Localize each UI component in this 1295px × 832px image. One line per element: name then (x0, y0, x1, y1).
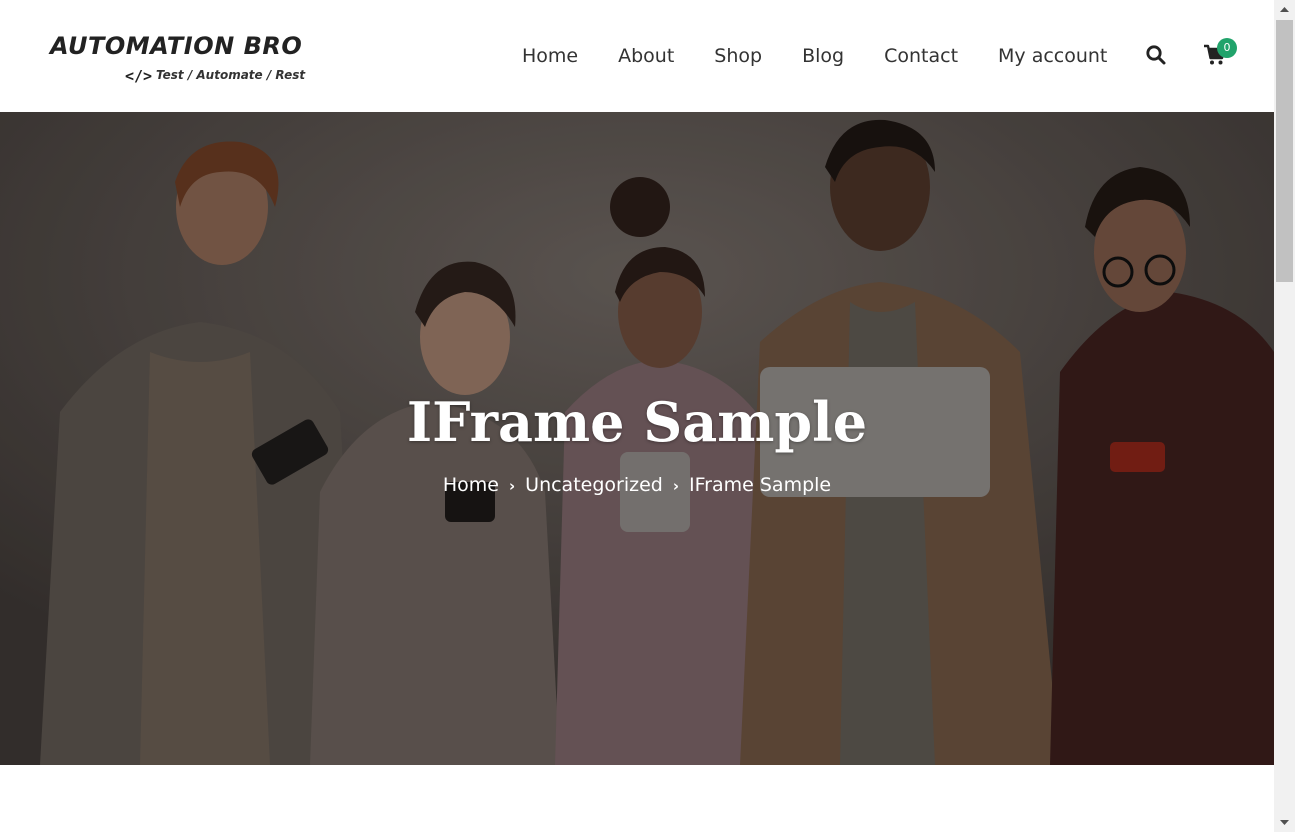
site-logo[interactable]: AUTOMATION BRO </> Test / Automate / Res… (50, 32, 310, 92)
nav-shop[interactable]: Shop (714, 42, 762, 70)
scrollbar-thumb[interactable] (1276, 20, 1293, 282)
search-icon[interactable] (1145, 44, 1167, 66)
breadcrumb-separator-icon: › (508, 477, 516, 495)
hero-banner: IFrame Sample Home › Uncategorized › IFrame … (0, 112, 1274, 765)
nav-blog[interactable]: Blog (802, 42, 844, 70)
breadcrumb-home[interactable]: Home (443, 474, 499, 496)
site-header: AUTOMATION BRO </> Test / Automate / Res… (0, 0, 1274, 112)
page-title: IFrame Sample (406, 390, 868, 454)
breadcrumb-separator-icon: › (672, 477, 680, 495)
nav-home[interactable]: Home (522, 42, 578, 70)
logo-title: AUTOMATION BRO (50, 32, 303, 60)
cart-count-badge[interactable]: 0 (1217, 38, 1237, 58)
logo-tagline: Test / Automate / Rest (156, 68, 306, 82)
breadcrumb: Home › Uncategorized › IFrame Sample (0, 474, 1274, 496)
main-nav: Home About Shop Blog Contact My account (522, 42, 1107, 70)
breadcrumb-current: IFrame Sample (689, 474, 832, 496)
nav-my-account[interactable]: My account (998, 42, 1107, 70)
logo-code-icon: </> (125, 67, 153, 85)
vertical-scrollbar[interactable] (1274, 0, 1295, 832)
nav-contact[interactable]: Contact (884, 42, 958, 70)
nav-about[interactable]: About (618, 42, 674, 70)
scroll-up-arrow-icon[interactable] (1274, 0, 1295, 20)
page: AUTOMATION BRO </> Test / Automate / Res… (0, 0, 1274, 832)
scroll-down-arrow-icon[interactable] (1274, 812, 1295, 832)
breadcrumb-uncategorized[interactable]: Uncategorized (525, 474, 663, 496)
